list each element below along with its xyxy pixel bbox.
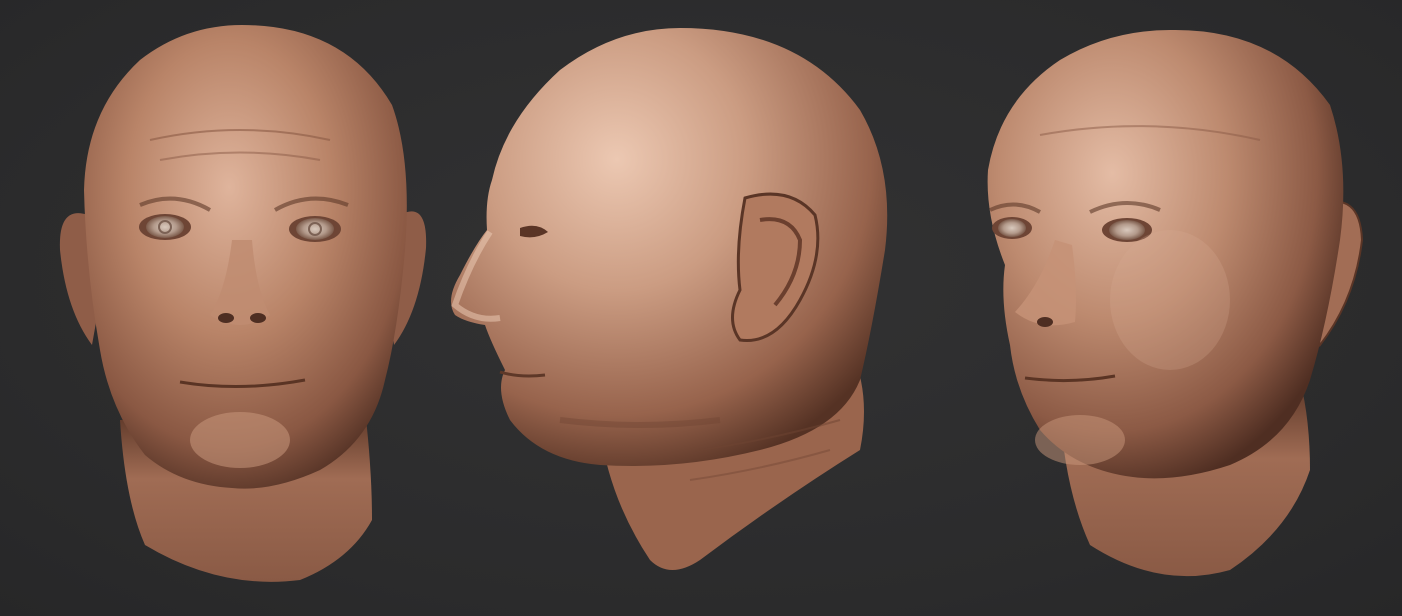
- tq-left-eye: [998, 219, 1026, 237]
- sculpt-render-canvas: [0, 0, 1402, 616]
- front-view-head: [59, 25, 427, 582]
- front-right-eye: [296, 218, 334, 240]
- head-renders: [59, 25, 1364, 582]
- side-view-head: [451, 28, 888, 570]
- tq-right-eye: [1109, 220, 1145, 240]
- front-left-eye: [146, 216, 184, 238]
- three-quarter-view-head: [987, 29, 1364, 577]
- side-face: [451, 28, 888, 466]
